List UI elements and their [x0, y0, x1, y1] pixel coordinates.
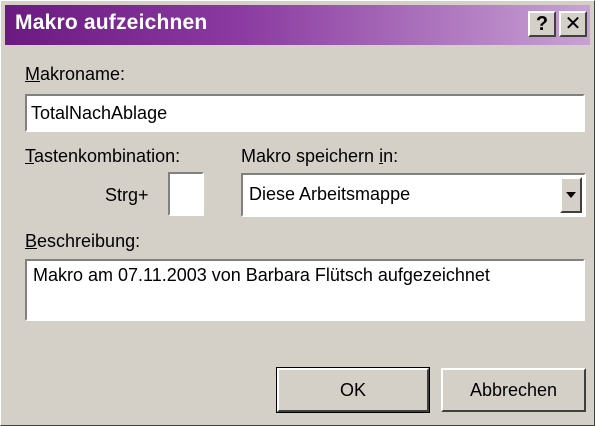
- shortcut-key-input[interactable]: [168, 172, 204, 216]
- macro-name-label: Makroname:: [25, 64, 126, 84]
- close-button[interactable]: ✕: [559, 11, 587, 37]
- shortcut-label: Tastenkombination:: [25, 146, 181, 166]
- cancel-button[interactable]: Abbrechen: [441, 368, 586, 412]
- ok-button[interactable]: OK: [276, 367, 430, 413]
- description-textarea[interactable]: Makro am 07.11.2003 von Barbara Flütsch …: [25, 259, 585, 321]
- help-button[interactable]: ?: [528, 11, 556, 37]
- help-icon: ?: [535, 13, 549, 35]
- store-in-select[interactable]: Diese Arbeitsmappe: [241, 173, 586, 217]
- macro-record-dialog: Makro aufzeichnen ? ✕ Makroname: Tastenk…: [0, 0, 595, 426]
- dropdown-button[interactable]: [560, 177, 582, 213]
- macro-name-input[interactable]: [25, 94, 585, 132]
- shortcut-prefix-label: Strg+: [105, 185, 149, 205]
- dialog-title: Makro aufzeichnen: [15, 11, 208, 34]
- description-label: Beschreibung:: [25, 231, 141, 251]
- store-in-selected-value: Diese Arbeitsmappe: [249, 184, 411, 204]
- close-icon: ✕: [564, 13, 582, 35]
- store-in-label: Makro speichern in:: [241, 146, 399, 166]
- title-bar[interactable]: Makro aufzeichnen ? ✕: [5, 5, 590, 45]
- chevron-down-icon: [566, 192, 576, 198]
